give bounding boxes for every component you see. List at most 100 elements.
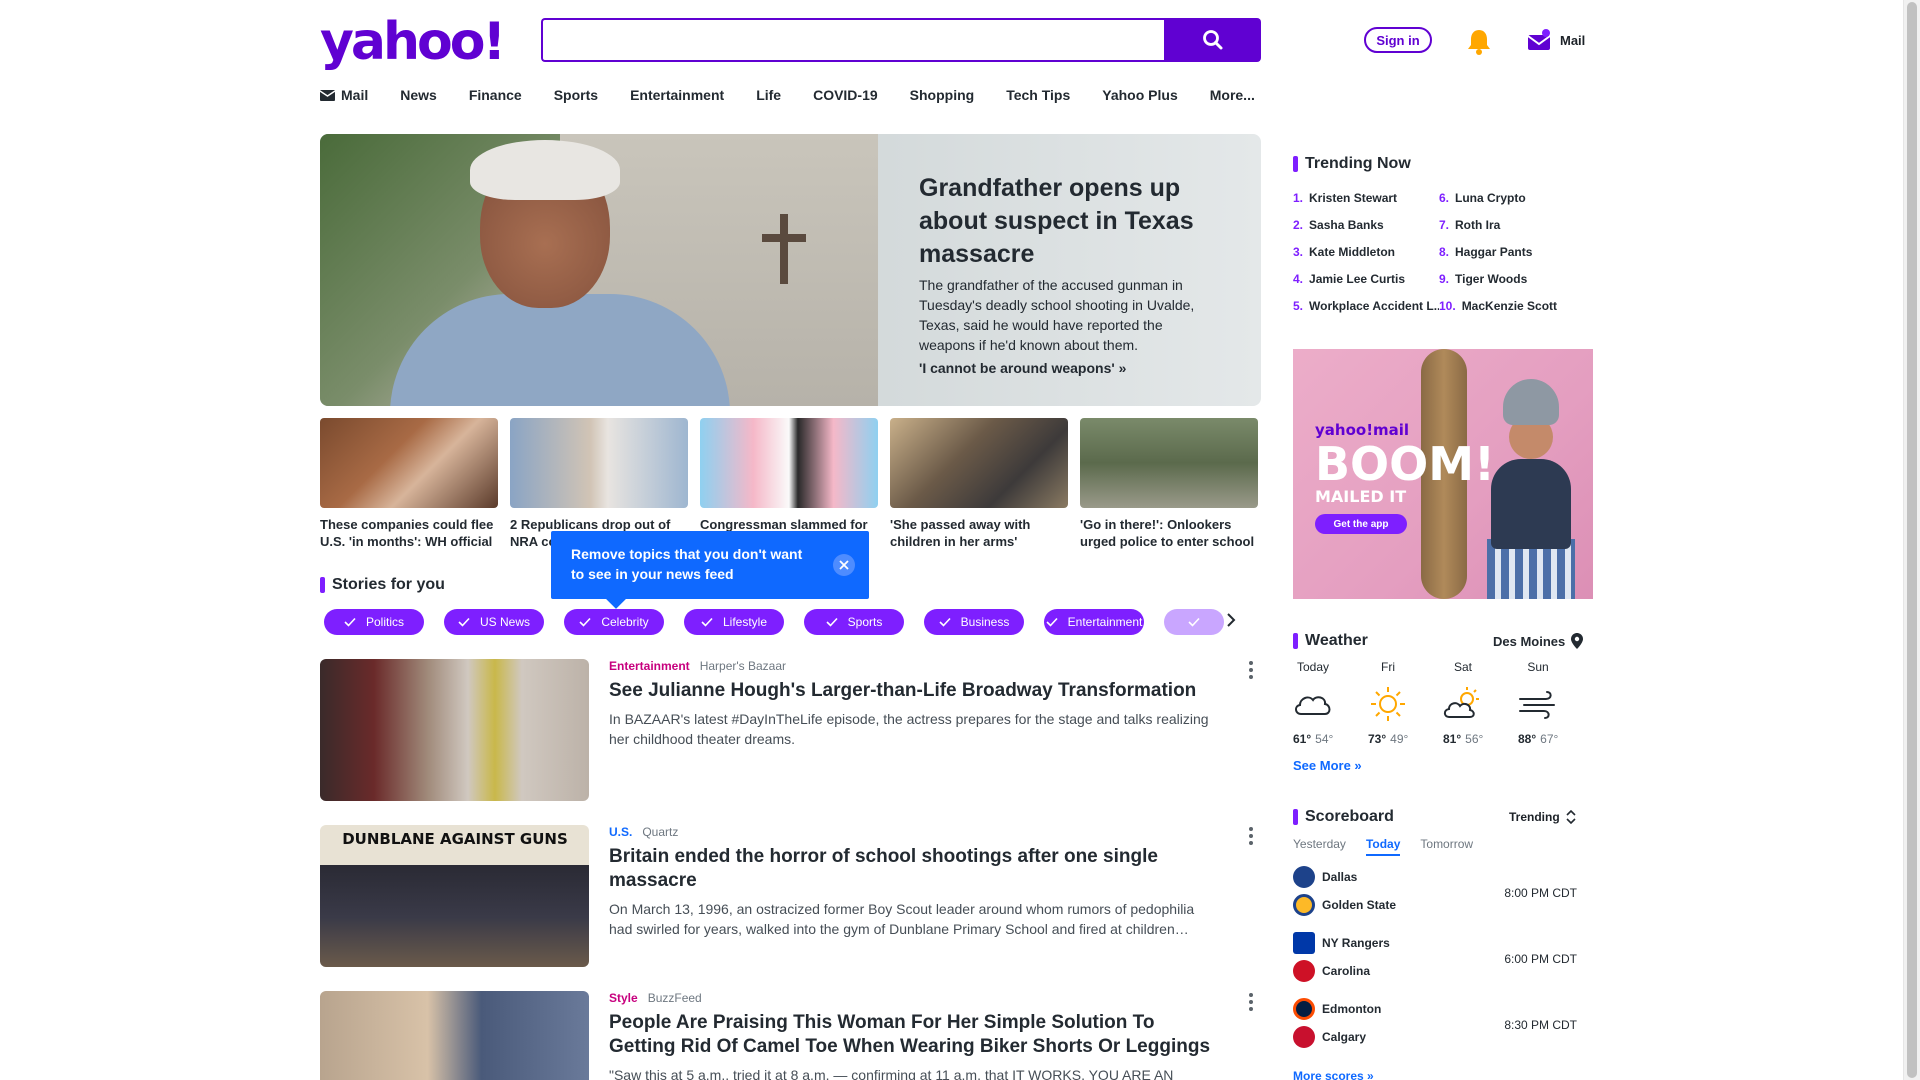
trending-item[interactable]: 5. Workplace Accident L... bbox=[1293, 299, 1439, 316]
page-scrollbar[interactable] bbox=[1903, 0, 1920, 1080]
nav-tech-tips[interactable]: Tech Tips bbox=[1006, 87, 1070, 103]
game-row[interactable]: Edmonton Calgary 8:30 PM CDT bbox=[1293, 998, 1593, 1054]
chip-politics[interactable]: Politics bbox=[324, 609, 424, 635]
nav-more[interactable]: More... bbox=[1210, 87, 1255, 103]
partly-cloudy-icon bbox=[1443, 687, 1479, 718]
chevron-right-icon[interactable] bbox=[1226, 613, 1236, 632]
story-item[interactable]: DUNBLANE AGAINST GUNS U.S. Quartz Britai… bbox=[320, 825, 1262, 967]
location-label: Des Moines bbox=[1493, 633, 1566, 649]
game-row[interactable]: NY Rangers Carolina 6:00 PM CDT bbox=[1293, 932, 1593, 988]
hero-title[interactable]: Grandfather opens up about suspect in Te… bbox=[919, 172, 1219, 271]
story-image[interactable] bbox=[320, 991, 589, 1080]
story-category[interactable]: Entertainment bbox=[609, 659, 690, 673]
scoreboard-header: Scoreboard bbox=[1293, 808, 1394, 826]
chip-business[interactable]: Business bbox=[924, 609, 1024, 635]
weather-forecast: Today 61° 54° Fri 73° 49° Sat 81° 56° Sun 8… bbox=[1293, 660, 1593, 746]
trending-item[interactable]: 10. MacKenzie Scott bbox=[1439, 299, 1585, 316]
story-source: BuzzFeed bbox=[647, 991, 702, 1005]
game-time: 8:30 PM CDT bbox=[1504, 1018, 1577, 1032]
advertisement[interactable]: yahoo!mail BOOM! MAILED IT Get the app bbox=[1293, 349, 1593, 599]
chip-us-news[interactable]: US News bbox=[444, 609, 544, 635]
top-story-image[interactable] bbox=[1080, 418, 1258, 508]
trending-item[interactable]: 2. Sasha Banks bbox=[1293, 218, 1439, 235]
top-story-title[interactable]: These companies could flee U.S. 'in mont… bbox=[320, 516, 498, 550]
trending-item[interactable]: 3. Kate Middleton bbox=[1293, 245, 1439, 262]
nav-news[interactable]: News bbox=[400, 87, 437, 103]
team-home: Edmonton bbox=[1293, 998, 1381, 1020]
search-input[interactable] bbox=[543, 20, 1164, 60]
trending-item[interactable]: 7. Roth Ira bbox=[1439, 218, 1585, 235]
check-icon bbox=[826, 617, 838, 627]
search-box[interactable] bbox=[541, 18, 1164, 62]
weather-see-more-link[interactable]: See More » bbox=[1293, 758, 1362, 773]
forecast-day[interactable]: Sun 88° 67° bbox=[1518, 660, 1593, 746]
top-story-image[interactable] bbox=[320, 418, 498, 508]
story-title[interactable]: Britain ended the horror of school shoot… bbox=[609, 845, 1214, 893]
nav-covid[interactable]: COVID-19 bbox=[813, 87, 878, 103]
chip-entertainment[interactable]: Entertainment bbox=[1044, 609, 1144, 635]
nav-yahoo-plus[interactable]: Yahoo Plus bbox=[1102, 87, 1177, 103]
ad-cta-button[interactable]: Get the app bbox=[1315, 514, 1407, 534]
more-options-icon[interactable] bbox=[1248, 827, 1254, 845]
story-image[interactable]: DUNBLANE AGAINST GUNS bbox=[320, 825, 589, 967]
story-source: Quartz bbox=[642, 825, 679, 839]
top-story-image[interactable] bbox=[700, 418, 878, 508]
more-options-icon[interactable] bbox=[1248, 661, 1254, 679]
chip-label: Politics bbox=[365, 615, 404, 629]
sign-in-button[interactable]: Sign in bbox=[1364, 27, 1432, 53]
notification-bell-icon[interactable] bbox=[1466, 28, 1492, 61]
trending-item[interactable]: 1. Kristen Stewart bbox=[1293, 191, 1439, 208]
story-item[interactable]: Entertainment Harper's Bazaar See Julian… bbox=[320, 659, 1262, 801]
forecast-day[interactable]: Sat 81° 56° bbox=[1443, 660, 1518, 746]
scoreboard-filter-dropdown[interactable]: Trending bbox=[1509, 810, 1576, 824]
tooltip-close-button[interactable] bbox=[833, 554, 855, 576]
nav-entertainment[interactable]: Entertainment bbox=[630, 87, 724, 103]
search-button[interactable] bbox=[1164, 18, 1261, 62]
forecast-day[interactable]: Fri 73° 49° bbox=[1368, 660, 1443, 746]
forecast-day[interactable]: Today 61° 54° bbox=[1293, 660, 1368, 746]
chip-sports[interactable]: Sports bbox=[804, 609, 904, 635]
check-icon bbox=[939, 617, 951, 627]
nav-sports[interactable]: Sports bbox=[554, 87, 598, 103]
story-title[interactable]: People Are Praising This Woman For Her S… bbox=[609, 1011, 1214, 1059]
scrollbar-thumb[interactable] bbox=[1907, 2, 1917, 1078]
top-story-card[interactable]: These companies could flee U.S. 'in mont… bbox=[320, 418, 498, 550]
trending-item[interactable]: 6. Luna Crypto bbox=[1439, 191, 1585, 208]
story-category[interactable]: U.S. bbox=[609, 825, 632, 839]
more-scores-link[interactable]: More scores » bbox=[1293, 1069, 1374, 1080]
nav-shopping[interactable]: Shopping bbox=[910, 87, 975, 103]
chip-celebrity[interactable]: Celebrity bbox=[564, 609, 664, 635]
trending-item[interactable]: 9. Tiger Woods bbox=[1439, 272, 1585, 289]
mail-link[interactable]: Mail bbox=[1526, 28, 1585, 52]
hero-related-link[interactable]: 'I cannot be around weapons' » bbox=[919, 360, 1219, 376]
nav-life[interactable]: Life bbox=[756, 87, 781, 103]
trending-item[interactable]: 8. Haggar Pants bbox=[1439, 245, 1585, 262]
story-title[interactable]: See Julianne Hough's Larger-than-Life Br… bbox=[609, 679, 1214, 703]
tab-tomorrow[interactable]: Tomorrow bbox=[1420, 837, 1473, 856]
hero-image[interactable] bbox=[320, 134, 878, 406]
nav-finance[interactable]: Finance bbox=[469, 87, 522, 103]
top-story-card[interactable]: 'She passed away with children in her ar… bbox=[890, 418, 1068, 550]
filter-label: Trending bbox=[1509, 810, 1560, 824]
story-item[interactable]: Style BuzzFeed People Are Praising This … bbox=[320, 991, 1262, 1080]
day-name: Fri bbox=[1381, 660, 1395, 674]
top-story-title[interactable]: 'She passed away with children in her ar… bbox=[890, 516, 1068, 550]
top-story-image[interactable] bbox=[890, 418, 1068, 508]
game-row[interactable]: Dallas Golden State 8:00 PM CDT bbox=[1293, 866, 1593, 922]
story-category[interactable]: Style bbox=[609, 991, 638, 1005]
yahoo-logo[interactable]: yahoo! bbox=[320, 14, 506, 70]
weather-location[interactable]: Des Moines bbox=[1493, 633, 1584, 649]
top-story-card[interactable]: 'Go in there!': Onlookers urged police t… bbox=[1080, 418, 1258, 550]
nav-mail[interactable]: Mail bbox=[320, 87, 368, 103]
tab-today[interactable]: Today bbox=[1365, 837, 1401, 856]
chip-lifestyle[interactable]: Lifestyle bbox=[684, 609, 784, 635]
hero-story[interactable]: Grandfather opens up about suspect in Te… bbox=[320, 134, 1261, 406]
trending-item[interactable]: 4. Jamie Lee Curtis bbox=[1293, 272, 1439, 289]
top-story-image[interactable] bbox=[510, 418, 688, 508]
tab-yesterday[interactable]: Yesterday bbox=[1293, 837, 1346, 856]
chip-partial[interactable] bbox=[1164, 609, 1224, 635]
trending-list: 1. Kristen Stewart 6. Luna Crypto 2. Sasha … bbox=[1293, 191, 1593, 316]
top-story-title[interactable]: 'Go in there!': Onlookers urged police t… bbox=[1080, 516, 1258, 550]
more-options-icon[interactable] bbox=[1248, 993, 1254, 1011]
story-image[interactable] bbox=[320, 659, 589, 801]
